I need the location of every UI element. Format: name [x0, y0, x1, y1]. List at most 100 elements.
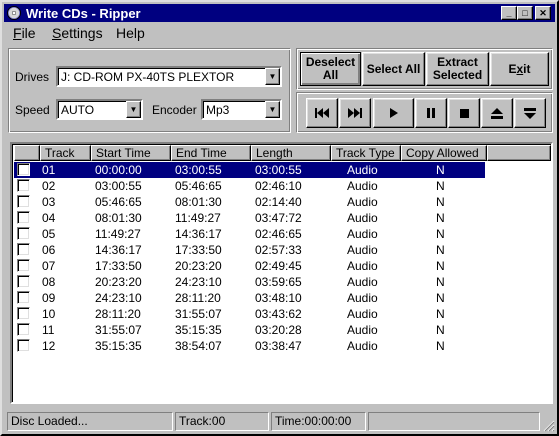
cell-length: 03:00:55: [255, 163, 302, 177]
select-all-button[interactable]: Select All: [362, 52, 425, 86]
track-list[interactable]: Track Start Time End Time Length Track T…: [10, 142, 553, 404]
cell-copy-allowed: N: [436, 211, 445, 225]
skip-back-icon: [315, 108, 329, 118]
cell-start-time: 24:23:10: [95, 291, 142, 305]
close-button[interactable]: ✕: [535, 6, 551, 20]
cell-length: 03:43:62: [255, 307, 302, 321]
row-checkbox[interactable]: [17, 339, 30, 352]
cell-end-time: 03:00:55: [175, 163, 222, 177]
cell-length: 02:46:10: [255, 179, 302, 193]
row-checkbox[interactable]: [17, 259, 30, 272]
table-row[interactable]: 11 31:55:07 35:15:35 03:20:28 Audio N: [14, 322, 485, 338]
status-time: Time:00:00:00: [271, 412, 366, 431]
row-checkbox[interactable]: [17, 195, 30, 208]
cell-length: 03:47:72: [255, 211, 302, 225]
cell-end-time: 11:49:27: [175, 211, 221, 225]
exit-button[interactable]: Exit: [490, 52, 549, 86]
cell-track: 11: [42, 323, 55, 337]
stop-button[interactable]: [448, 98, 480, 128]
table-row[interactable]: 12 35:15:35 38:54:07 03:38:47 Audio N: [14, 338, 485, 354]
row-checkbox[interactable]: [17, 323, 30, 336]
cell-start-time: 14:36:17: [95, 243, 142, 257]
row-checkbox[interactable]: [17, 307, 30, 320]
cell-start-time: 00:00:00: [95, 163, 142, 177]
row-checkbox[interactable]: [17, 243, 30, 256]
table-row[interactable]: 08 20:23:20 24:23:10 03:59:65 Audio N: [14, 274, 485, 290]
cell-length: 03:38:47: [255, 339, 302, 353]
row-checkbox[interactable]: [17, 163, 30, 176]
cell-length: 02:14:40: [255, 195, 302, 209]
next-track-button[interactable]: [339, 98, 371, 128]
encoder-select[interactable]: Mp3 ▼: [201, 99, 282, 120]
cell-start-time: 28:11:20: [95, 307, 141, 321]
cell-start-time: 31:55:07: [95, 323, 142, 337]
row-checkbox[interactable]: [17, 275, 30, 288]
previous-track-button[interactable]: [306, 98, 338, 128]
close-tray-icon: [524, 107, 536, 119]
menu-settings[interactable]: Settings: [52, 25, 103, 41]
cell-track-type: Audio: [347, 291, 378, 305]
close-tray-button[interactable]: [514, 98, 546, 128]
encoder-label: Encoder: [152, 103, 197, 117]
cell-track: 09: [42, 291, 56, 305]
pause-button[interactable]: [415, 98, 447, 128]
table-row[interactable]: 04 08:01:30 11:49:27 03:47:72 Audio N: [14, 210, 485, 226]
cell-copy-allowed: N: [436, 323, 445, 337]
menu-help[interactable]: Help: [116, 25, 145, 41]
table-row[interactable]: 10 28:11:20 31:55:07 03:43:62 Audio N: [14, 306, 485, 322]
cell-track: 10: [42, 307, 56, 321]
speed-select[interactable]: AUTO ▼: [56, 99, 143, 120]
column-header-end-time[interactable]: End Time: [171, 145, 251, 161]
cell-copy-allowed: N: [436, 291, 445, 305]
column-header-start-time[interactable]: Start Time: [91, 145, 171, 161]
extract-selected-button[interactable]: Extract Selected: [426, 52, 489, 86]
status-empty: [368, 412, 540, 431]
action-panel: Deselect All Select All Extract Selected E…: [296, 48, 553, 90]
resize-grip-icon[interactable]: [541, 418, 555, 432]
chevron-down-icon[interactable]: ▼: [126, 101, 141, 118]
minimize-button[interactable]: _: [501, 6, 517, 20]
table-row[interactable]: 07 17:33:50 20:23:20 02:49:45 Audio N: [14, 258, 485, 274]
play-button[interactable]: [373, 98, 414, 128]
cell-track-type: Audio: [347, 307, 378, 321]
cell-track: 03: [42, 195, 56, 209]
cell-length: 03:59:65: [255, 275, 302, 289]
table-row[interactable]: 03 05:46:65 08:01:30 02:14:40 Audio N: [14, 194, 485, 210]
cell-length: 02:49:45: [255, 259, 302, 273]
cell-track: 01: [42, 163, 56, 177]
transport-panel: [296, 92, 553, 133]
eject-button[interactable]: [481, 98, 513, 128]
table-row[interactable]: 09 24:23:10 28:11:20 03:48:10 Audio N: [14, 290, 485, 306]
row-checkbox[interactable]: [17, 211, 30, 224]
cell-copy-allowed: N: [436, 259, 445, 273]
settings-panel: Drives J: CD-ROM PX-40TS PLEXTOR ▼ Speed…: [8, 48, 291, 133]
table-row[interactable]: 02 03:00:55 05:46:65 02:46:10 Audio N: [14, 178, 485, 194]
maximize-button[interactable]: □: [517, 6, 533, 20]
menu-file[interactable]: File: [13, 25, 36, 41]
cell-copy-allowed: N: [436, 227, 445, 241]
chevron-down-icon[interactable]: ▼: [265, 101, 280, 118]
chevron-down-icon[interactable]: ▼: [265, 68, 280, 85]
speed-value: AUTO: [61, 103, 95, 117]
row-checkbox[interactable]: [17, 227, 30, 240]
drive-select[interactable]: J: CD-ROM PX-40TS PLEXTOR ▼: [56, 66, 282, 87]
column-header-track-type[interactable]: Track Type: [331, 145, 401, 161]
column-header-copy-allowed[interactable]: Copy Allowed: [401, 145, 487, 161]
deselect-all-button[interactable]: Deselect All: [300, 52, 361, 86]
cell-track-type: Audio: [347, 339, 378, 353]
title-bar[interactable]: Write CDs - Ripper _ □ ✕: [4, 4, 555, 22]
row-checkbox[interactable]: [17, 179, 30, 192]
cell-track-type: Audio: [347, 195, 378, 209]
column-header-track[interactable]: Track: [40, 145, 91, 161]
column-header-checkbox[interactable]: [14, 145, 40, 161]
table-row[interactable]: 06 14:36:17 17:33:50 02:57:33 Audio N: [14, 242, 485, 258]
column-header-length[interactable]: Length: [251, 145, 331, 161]
row-checkbox[interactable]: [17, 291, 30, 304]
cell-copy-allowed: N: [436, 179, 445, 193]
table-row[interactable]: 05 11:49:27 14:36:17 02:46:65 Audio N: [14, 226, 485, 242]
cell-start-time: 05:46:65: [95, 195, 142, 209]
table-row[interactable]: 01 00:00:00 03:00:55 03:00:55 Audio N: [14, 162, 485, 178]
cell-track-type: Audio: [347, 243, 378, 257]
cell-end-time: 05:46:65: [175, 179, 222, 193]
cell-start-time: 03:00:55: [95, 179, 142, 193]
